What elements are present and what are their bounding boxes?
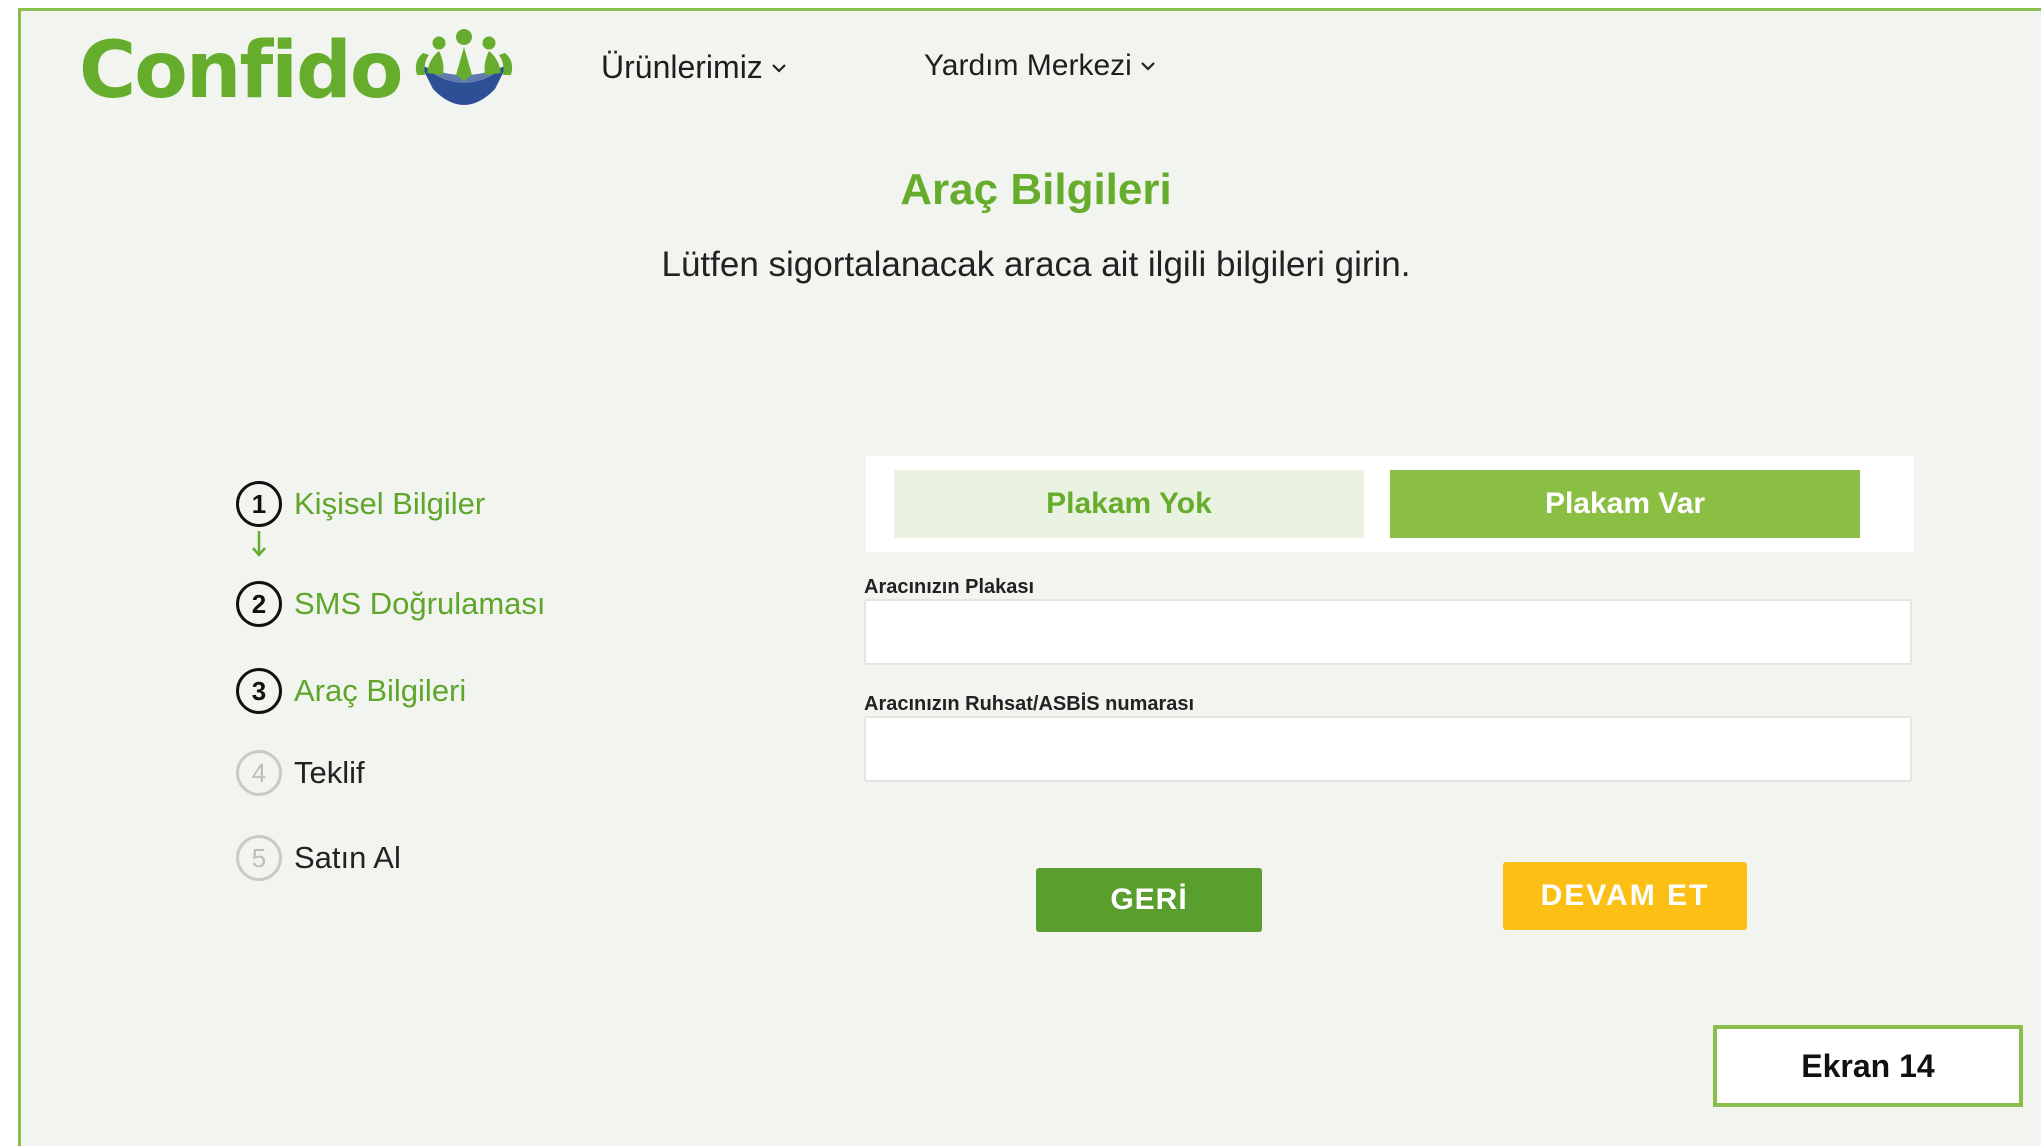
nav-help-center[interactable]: Yardım Merkezi xyxy=(924,49,1156,83)
people-shield-icon xyxy=(416,29,513,105)
step-personal-info: 1 Kişisel Bilgiler xyxy=(236,481,636,557)
page-title: Araç Bilgileri xyxy=(900,165,1172,214)
screen-number-badge: Ekran 14 xyxy=(1713,1025,2023,1107)
step-number: 5 xyxy=(236,835,282,881)
step-label: SMS Doğrulaması xyxy=(294,586,546,621)
license-number-input[interactable] xyxy=(864,716,1912,782)
plate-field-label: Aracınızın Plakası xyxy=(864,576,1035,598)
chevron-down-icon xyxy=(1141,62,1155,71)
brand-name: Confido xyxy=(79,26,403,116)
step-label: Satın Al xyxy=(294,840,401,875)
plate-input[interactable] xyxy=(864,599,1912,665)
step-vehicle-info: 3 Araç Bilgileri xyxy=(236,668,636,714)
step-purchase: 5 Satın Al xyxy=(236,835,636,881)
step-sms-verification: 2 SMS Doğrulaması xyxy=(236,581,636,627)
brand-logo[interactable]: Confido xyxy=(79,25,519,117)
license-field-label: Aracınızın Ruhsat/ASBİS numarası xyxy=(864,693,1195,715)
nav-products[interactable]: Ürünlerimiz xyxy=(601,49,787,86)
arrow-down-icon xyxy=(252,531,266,557)
step-label: Kişisel Bilgiler xyxy=(294,486,486,521)
back-button[interactable]: GERİ xyxy=(1036,868,1262,932)
step-number: 4 xyxy=(236,750,282,796)
nav-help-center-label: Yardım Merkezi xyxy=(924,49,1132,82)
step-number: 2 xyxy=(236,581,282,627)
tab-has-plate[interactable]: Plakam Var xyxy=(1390,470,1860,538)
step-number: 3 xyxy=(236,668,282,714)
step-number: 1 xyxy=(236,481,282,527)
page-subtitle: Lütfen sigortalanacak araca ait ilgili b… xyxy=(661,245,1411,284)
continue-button[interactable]: DEVAM ET xyxy=(1503,862,1747,930)
tab-no-plate[interactable]: Plakam Yok xyxy=(894,470,1364,538)
step-quote: 4 Teklif xyxy=(236,750,636,796)
nav-products-label: Ürünlerimiz xyxy=(601,49,763,85)
step-label: Araç Bilgileri xyxy=(294,673,467,708)
app-frame: Confido Ürünlerimiz Yardım Merkezi Araç … xyxy=(18,8,2041,1146)
chevron-down-icon xyxy=(772,63,786,73)
plate-option-tabs: Plakam Yok Plakam Var xyxy=(866,456,1914,552)
step-label: Teklif xyxy=(294,755,365,790)
